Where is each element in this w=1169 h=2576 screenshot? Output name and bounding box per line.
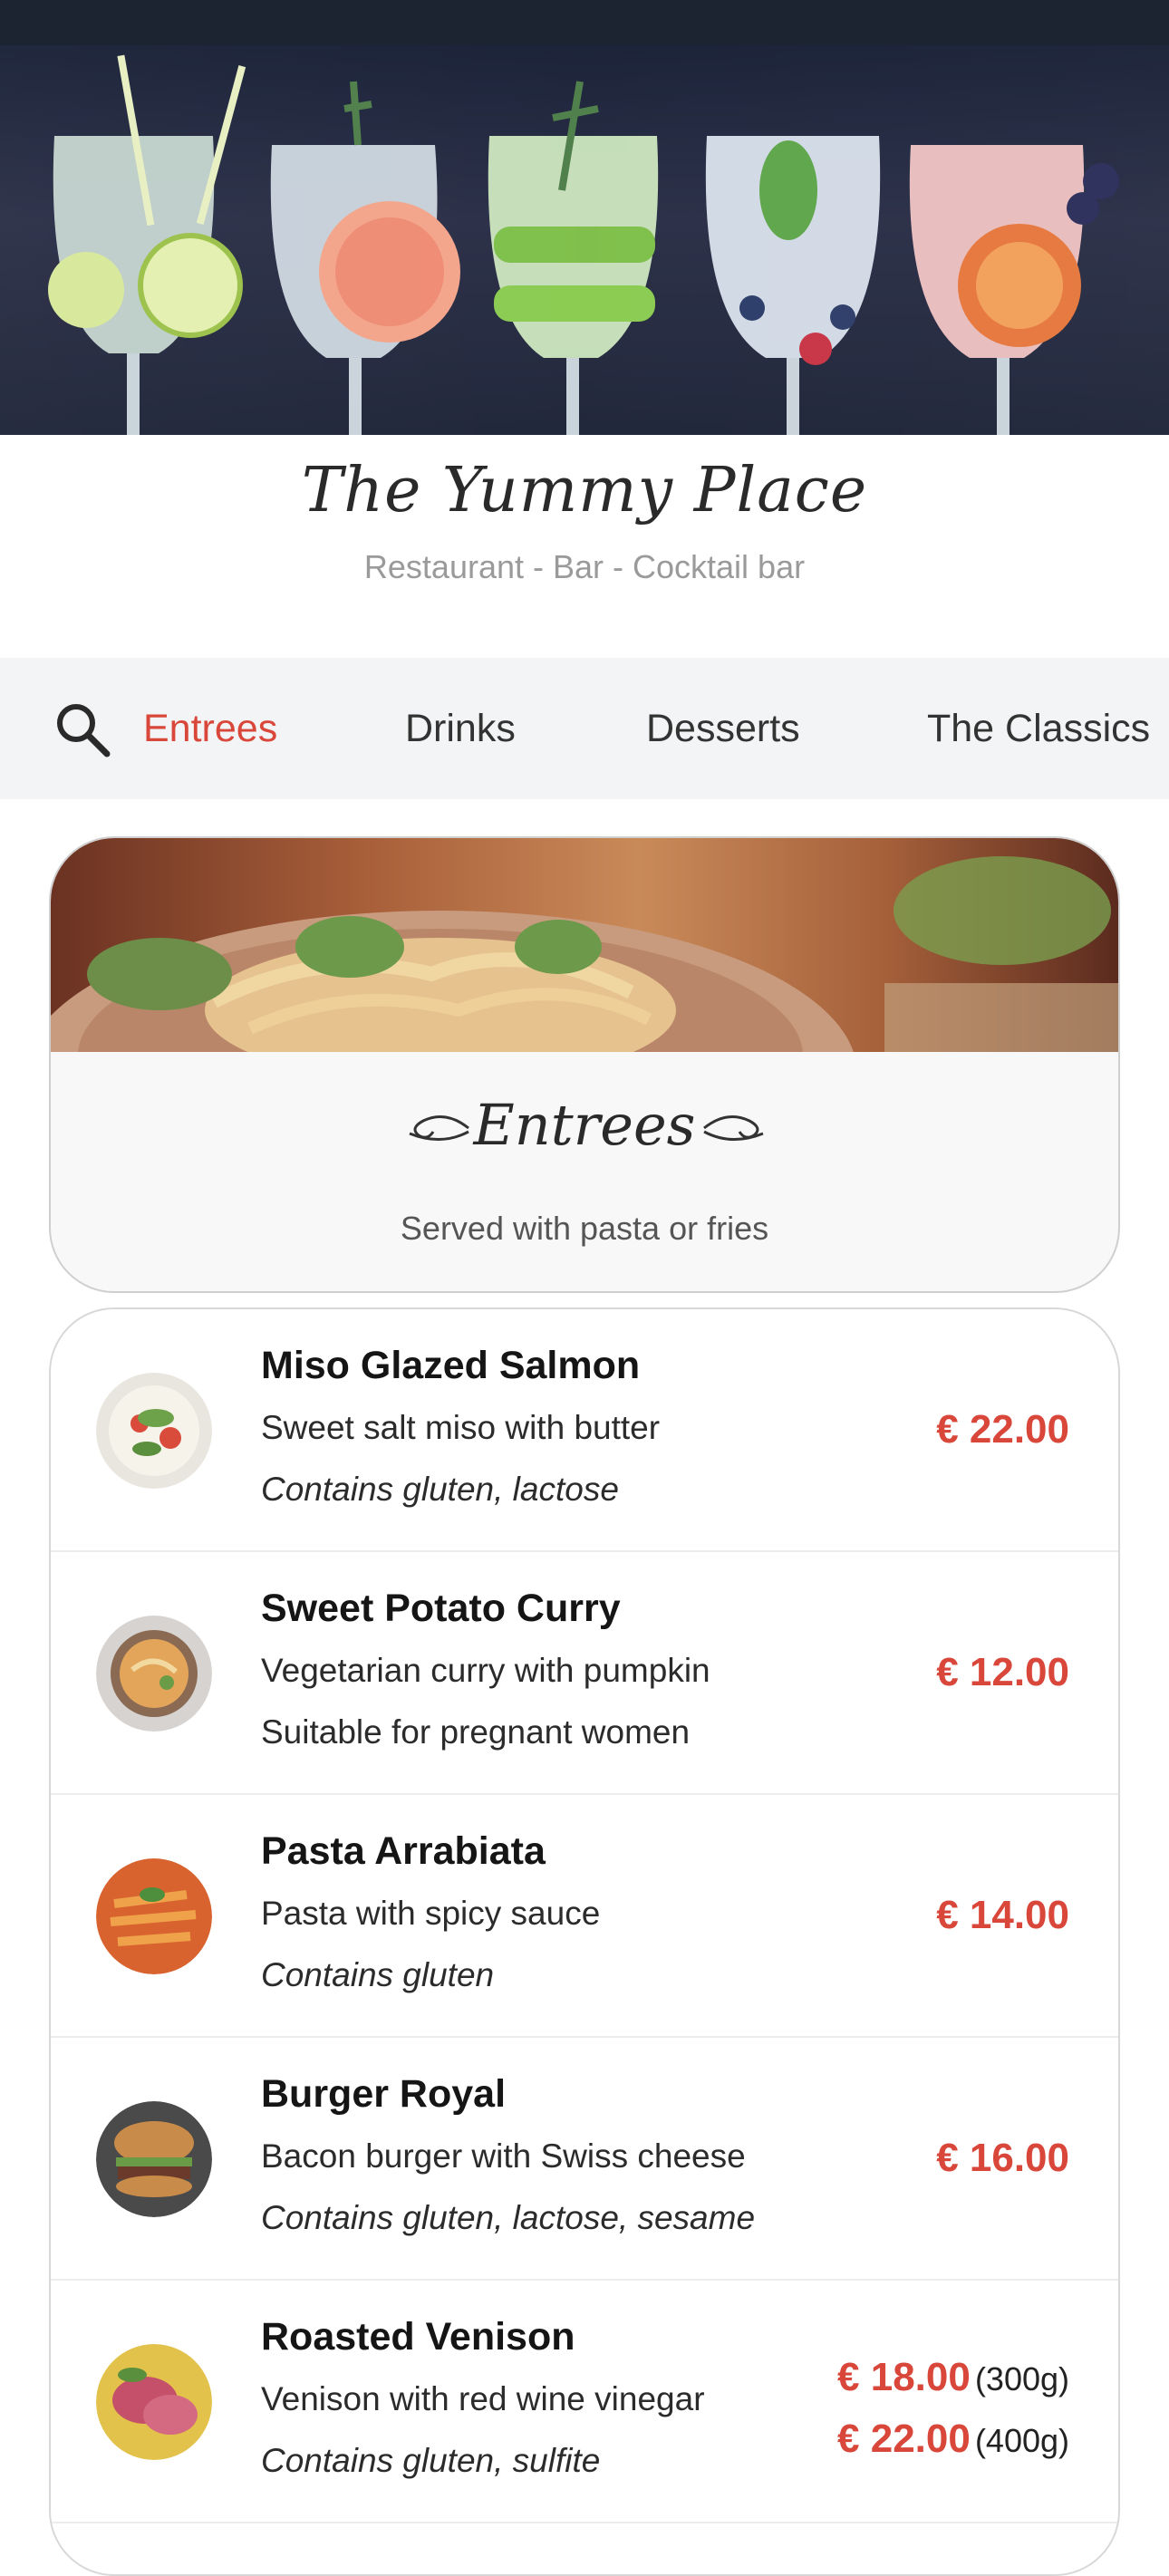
item-price: € 22.00 (837, 2417, 971, 2461)
section-banner-image (51, 838, 1118, 1052)
status-bar (0, 0, 1169, 45)
tab-desserts[interactable]: Desserts (646, 658, 800, 799)
item-price: € 12.00 (936, 1650, 1069, 1694)
tab-drinks[interactable]: Drinks (405, 658, 516, 799)
restaurant-name: The Yummy Place (301, 455, 868, 526)
item-portion-size: (400g) (974, 2422, 1069, 2459)
section-subtitle: Served with pasta or fries (400, 1210, 769, 1247)
tab-entrees[interactable]: Entrees (143, 658, 277, 799)
item-price-option: € 18.00 (300g) (837, 2355, 1069, 2400)
item-thumbnail (96, 1373, 212, 1489)
item-name: Miso Glazed Salmon (261, 1344, 641, 1387)
item-allergens: Contains gluten, lactose (261, 1471, 619, 1508)
item-price: € 16.00 (936, 2136, 1069, 2180)
item-note: Suitable for pregnant women (261, 1713, 691, 1751)
item-description: Vegetarian curry with pumpkin (261, 1652, 710, 1689)
item-description: Pasta with spicy sauce (261, 1895, 601, 1932)
item-thumbnail (96, 1616, 212, 1732)
list-item[interactable]: Pasta Arrabiata Pasta with spicy sauce C… (51, 1795, 1118, 2038)
hero-cocktails-image (0, 45, 1169, 435)
list-item[interactable]: Roasted Venison Venison with red wine vi… (51, 2281, 1118, 2523)
search-icon[interactable] (53, 699, 112, 759)
item-name: Pasta Arrabiata (261, 1829, 546, 1873)
item-allergens: Contains gluten, sulfite (261, 2442, 601, 2479)
item-allergens: Contains gluten, lactose, sesame (261, 2199, 756, 2236)
item-thumbnail (96, 2344, 212, 2460)
category-tab-bar: Entrees Drinks Desserts The Classics (0, 658, 1169, 799)
list-item[interactable]: Sweet Potato Curry Vegetarian curry with… (51, 1552, 1118, 1795)
item-description: Venison with red wine vinegar (261, 2380, 705, 2417)
item-name: Sweet Potato Curry (261, 1587, 621, 1630)
item-description: Bacon burger with Swiss cheese (261, 2137, 746, 2175)
item-thumbnail (96, 1858, 212, 1974)
section-header-card: Entrees Served with pasta or fries (49, 836, 1120, 1293)
restaurant-tagline: Restaurant - Bar - Cocktail bar (363, 548, 806, 585)
item-portion-size: (300g) (974, 2360, 1069, 2398)
list-item[interactable]: Miso Glazed Salmon Sweet salt miso with … (51, 1309, 1118, 1552)
item-price: € 22.00 (936, 1407, 1069, 1452)
item-allergens: Contains gluten (261, 1956, 495, 1993)
item-thumbnail (96, 2101, 212, 2217)
section-title: Entrees (473, 1092, 696, 1158)
item-price: € 18.00 (837, 2355, 971, 2399)
item-description: Sweet salt miso with butter (261, 1409, 661, 1446)
item-price-option: € 22.00 (400g) (837, 2417, 1069, 2462)
list-item[interactable]: Burger Royal Bacon burger with Swiss che… (51, 2038, 1118, 2281)
item-name: Roasted Venison (261, 2315, 575, 2359)
item-name: Burger Royal (261, 2072, 507, 2116)
menu-items-list: Miso Glazed Salmon Sweet salt miso with … (49, 1307, 1120, 2576)
item-price: € 14.00 (936, 1893, 1069, 1937)
tab-the-classics[interactable]: The Classics (927, 658, 1150, 799)
flourish-right-icon (703, 1115, 764, 1142)
